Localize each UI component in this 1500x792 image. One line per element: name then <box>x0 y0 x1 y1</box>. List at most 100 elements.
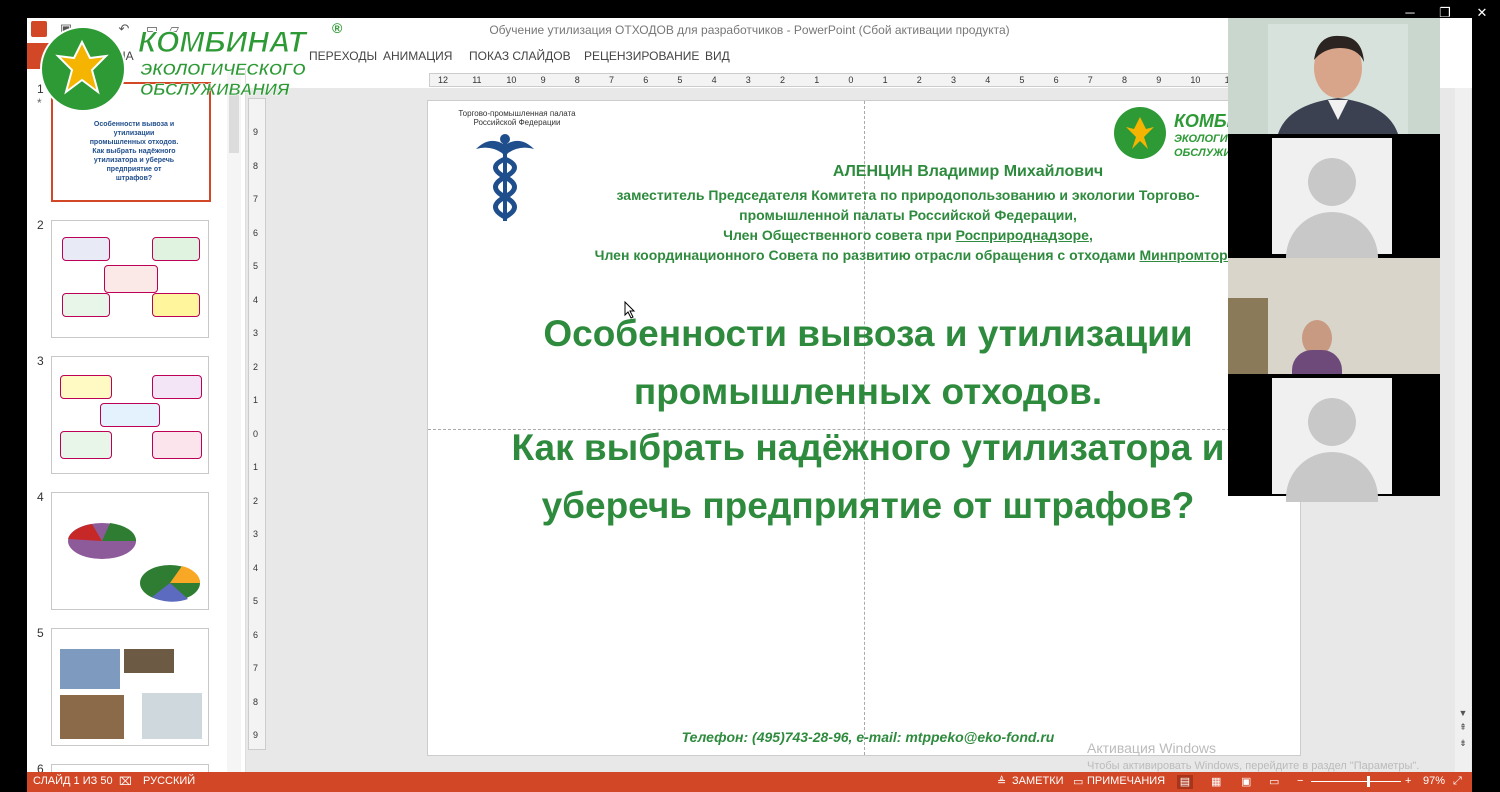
ruler-tick-label: 6 <box>643 75 649 85</box>
minpromtorg-link[interactable]: Минпромторга <box>1140 247 1242 263</box>
slide-thumbnails-pane: 1 * Особенности вывоза и утилизации пром… <box>27 70 246 776</box>
brand-line1: КОМБИНАТ <box>138 26 307 60</box>
hermes-caduceus-icon <box>476 134 534 221</box>
zoom-slider-thumb[interactable] <box>1366 776 1370 787</box>
slide-sorter-icon[interactable]: ▦ <box>1211 775 1221 788</box>
rosprirodnadzor-link[interactable]: Росприроднадзоре <box>956 227 1089 243</box>
vruler-tick-label: 7 <box>253 663 259 673</box>
comments-button[interactable]: ПРИМЕЧАНИЯ <box>1087 775 1165 787</box>
scroll-down-icon[interactable]: ▼ <box>1457 708 1469 720</box>
ruler-tick-label: 12 <box>438 75 449 85</box>
thumbnails-scrollbar[interactable] <box>227 70 241 772</box>
vruler-tick-label: 8 <box>253 160 259 171</box>
ruler-tick-label: 5 <box>1019 75 1025 85</box>
slide-number: 4 <box>37 490 44 504</box>
thumb-photo <box>124 649 174 673</box>
tab-view[interactable]: ВИД <box>705 43 730 69</box>
brand-line3: ОБСЛУЖИВАНИЯ <box>140 80 290 100</box>
activation-subtitle: Чтобы активировать Windows, перейдите в … <box>1087 760 1420 772</box>
line3-text: Член Общественного совета при <box>723 227 956 243</box>
line4-text: Член координационного Совета по развитию… <box>594 247 1140 263</box>
speaker-position-line1: заместитель Председателя Комитета по при… <box>616 187 1200 203</box>
zoom-slider[interactable] <box>1311 781 1401 782</box>
notes-button[interactable]: ЗАМЕТКИ <box>1012 775 1064 787</box>
screen-top-strip <box>0 0 1500 18</box>
brand-line2: ЭКОЛОГИЧЕСКОГО <box>140 60 306 80</box>
participant-tile-4[interactable] <box>1228 378 1440 502</box>
slide-number: 3 <box>37 354 44 368</box>
prev-slide-icon[interactable]: ⇞ <box>1457 722 1469 734</box>
notes-icon[interactable]: ≜ <box>997 775 1006 788</box>
avatar-body <box>1286 452 1378 502</box>
thumb-box <box>60 431 112 459</box>
thumbnails-scroll-thumb[interactable] <box>229 93 239 153</box>
thumb-box <box>152 375 202 399</box>
participant-tile-3[interactable] <box>1228 258 1440 374</box>
ruler-tick-label: 10 <box>1190 75 1201 85</box>
normal-view-icon[interactable]: ▤ <box>1177 775 1193 789</box>
vruler-tick-label: 6 <box>253 629 259 640</box>
logo-emblem-icon <box>1126 117 1154 149</box>
avatar-head <box>1308 398 1356 446</box>
vruler-tick-label: 2 <box>253 361 259 372</box>
speaker-position-line3: Член Общественного совета при Росприродн… <box>548 227 1268 243</box>
thumb-box <box>60 375 112 399</box>
vruler-tick-label: 5 <box>253 261 259 271</box>
slide-thumbnail-2[interactable] <box>51 220 209 338</box>
ruler-tick-label: 8 <box>574 75 580 85</box>
vruler-tick-label: 0 <box>253 428 259 439</box>
headline-line4: уберечь предприятие от штрафов? <box>541 485 1195 526</box>
slide-thumbnail-4[interactable] <box>51 492 209 610</box>
tab-slideshow[interactable]: ПОКАЗ СЛАЙДОВ <box>469 43 571 69</box>
speaker-position-line4: Член координационного Совета по развитию… <box>528 247 1300 263</box>
ruler-tick-label: 3 <box>951 75 957 85</box>
zoom-level[interactable]: 97% <box>1423 775 1445 787</box>
vertical-ruler: 9 8 7 6 5 4 3 2 1 0 1 2 3 4 5 6 7 8 9 <box>248 98 266 750</box>
slide-thumbnail-3[interactable] <box>51 356 209 474</box>
tab-review[interactable]: РЕЦЕНЗИРОВАНИЕ <box>584 43 699 69</box>
slide-counter: СЛАЙД 1 ИЗ 50 <box>33 775 113 787</box>
tab-animations[interactable]: АНИМАЦИЯ <box>383 43 452 69</box>
ruler-tick-label: 9 <box>1156 75 1162 85</box>
vruler-tick-label: 1 <box>253 462 259 472</box>
ruler-tick-label: 7 <box>609 75 615 85</box>
brand-logo-overlay: КОМБИНАТ ® ЭКОЛОГИЧЕСКОГО ОБСЛУЖИВАНИЯ <box>40 20 342 112</box>
participant-tile-2[interactable] <box>1228 138 1440 262</box>
spellcheck-icon[interactable]: ⌧ <box>119 775 132 788</box>
speaker-name: АЛЕНЦИН Владимир Михайлович <box>832 163 1104 180</box>
fit-icon[interactable]: ⤢ <box>1453 775 1462 788</box>
vruler-tick-label: 9 <box>253 730 259 740</box>
participant-tile-speaker[interactable] <box>1228 18 1440 134</box>
slide-canvas[interactable]: Торгово-промышленная палата Российской Ф… <box>427 100 1301 756</box>
slideshow-icon[interactable]: ▭ <box>1269 775 1279 788</box>
avatar-body <box>1286 212 1378 262</box>
speaker-avatar <box>1268 24 1408 134</box>
slide-number: 2 <box>37 218 44 232</box>
vruler-tick-label: 3 <box>253 529 259 539</box>
vruler-tick-label: 7 <box>253 194 259 204</box>
thumb-photo <box>60 695 124 739</box>
reading-view-icon[interactable]: ▣ <box>1241 775 1251 788</box>
video-conference-panel <box>1228 18 1440 502</box>
zoom-out-icon[interactable]: − <box>1297 775 1303 787</box>
slide-scrollbar[interactable]: ▼ ⇞ ⇟ <box>1455 88 1471 772</box>
thumb-box <box>152 293 200 317</box>
slide-thumbnail-5[interactable] <box>51 628 209 746</box>
ruler-tick-label: 10 <box>506 75 517 85</box>
participant-body <box>1292 350 1342 374</box>
ruler-tick-label: 7 <box>1087 75 1093 85</box>
ruler-tick-label: 4 <box>985 75 991 85</box>
language-indicator[interactable]: РУССКИЙ <box>143 775 195 787</box>
thumb-box <box>152 431 202 459</box>
horizontal-ruler: 12111098765432101234567891011 <box>429 73 1249 87</box>
status-bar: СЛАЙД 1 ИЗ 50 ⌧ РУССКИЙ ≜ ЗАМЕТКИ ▭ ПРИМ… <box>27 772 1472 792</box>
zoom-in-icon[interactable]: + <box>1405 775 1411 787</box>
comments-icon[interactable]: ▭ <box>1073 775 1083 788</box>
ruler-tick-label: 3 <box>745 75 751 85</box>
ruler-tick-label: 8 <box>1122 75 1128 85</box>
ruler-tick-label: 4 <box>711 75 717 85</box>
line3-suffix: , <box>1088 227 1093 243</box>
mouse-pointer-icon <box>624 301 636 319</box>
thumb-box <box>104 265 158 293</box>
thumb-box <box>62 293 110 317</box>
